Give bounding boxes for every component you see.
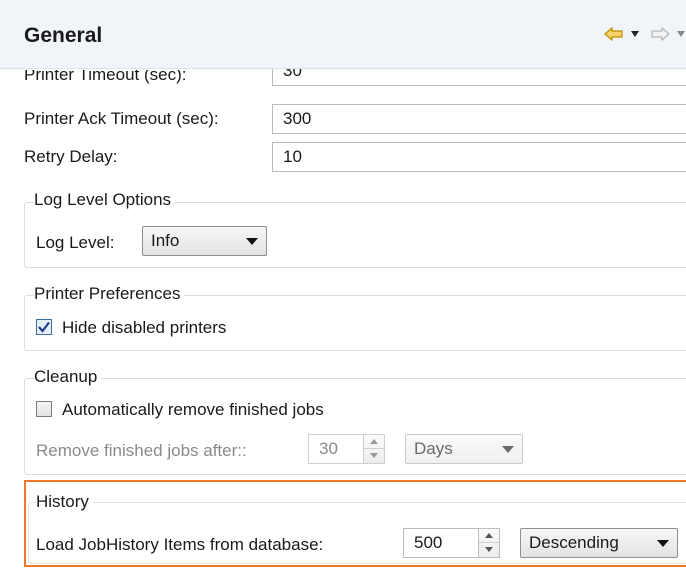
back-arrow-icon[interactable] (604, 27, 624, 41)
hide-disabled-printers-label[interactable]: Hide disabled printers (62, 318, 226, 338)
checkmark-icon (38, 321, 50, 333)
retry-delay-field[interactable]: 10 (272, 142, 686, 172)
spin-down-button[interactable] (479, 543, 499, 557)
spin-up-button[interactable] (364, 435, 384, 449)
remove-after-label: Remove finished jobs after:: (36, 441, 247, 460)
remove-after-spinner[interactable] (363, 434, 385, 464)
load-jobhistory-spinner[interactable] (478, 528, 500, 558)
arrow-down-icon (485, 547, 493, 552)
printer-ack-timeout-label: Printer Ack Timeout (sec): (24, 109, 219, 128)
auto-remove-jobs-checkbox[interactable] (36, 401, 52, 417)
cleanup-title: Cleanup (34, 367, 102, 387)
log-level-dropdown[interactable]: Info (142, 226, 267, 256)
chevron-down-icon (502, 446, 514, 453)
remove-after-field[interactable]: 30 (308, 434, 364, 464)
editor-header: General (0, 0, 686, 69)
auto-remove-jobs-label[interactable]: Automatically remove finished jobs (62, 400, 324, 420)
printer-preferences-title: Printer Preferences (34, 284, 185, 304)
load-jobhistory-label: Load JobHistory Items from database: (36, 535, 324, 554)
chevron-down-icon (246, 238, 258, 245)
arrow-down-icon (370, 453, 378, 458)
hide-disabled-printers-checkbox[interactable] (36, 319, 52, 335)
spin-down-button[interactable] (364, 449, 384, 463)
load-jobhistory-field[interactable]: 500 (403, 528, 479, 558)
remove-after-unit-dropdown[interactable]: Days (405, 434, 523, 464)
arrow-up-icon (370, 439, 378, 444)
forward-menu-chevron-down-icon[interactable] (676, 30, 686, 38)
spin-up-button[interactable] (479, 529, 499, 543)
history-order-dropdown[interactable]: Descending (520, 528, 678, 558)
forward-arrow-icon[interactable] (650, 27, 670, 41)
history-title: History (36, 492, 93, 512)
page-title: General (24, 24, 103, 47)
back-menu-chevron-down-icon[interactable] (630, 30, 640, 38)
log-level-options-title: Log Level Options (34, 190, 176, 210)
arrow-up-icon (485, 533, 493, 538)
printer-ack-timeout-field[interactable]: 300 (272, 104, 686, 134)
retry-delay-label: Retry Delay: (24, 147, 118, 166)
chevron-down-icon (657, 540, 669, 547)
log-level-label: Log Level: (36, 233, 115, 252)
log-level-options-group (24, 202, 686, 268)
navigation-toolbar (604, 24, 686, 44)
